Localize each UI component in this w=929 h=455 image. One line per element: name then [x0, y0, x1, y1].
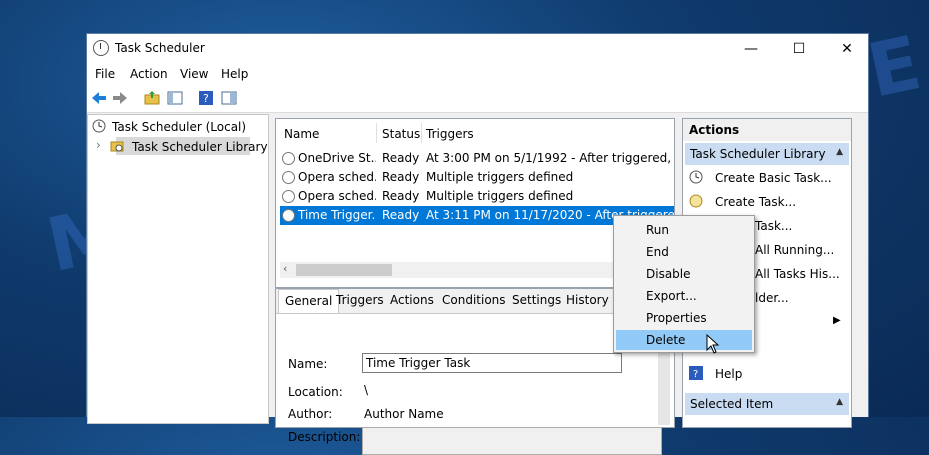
action-create-basic-task[interactable]: Create Basic Task...: [715, 171, 832, 185]
task-status: Ready: [382, 151, 420, 165]
name-label: Name:: [288, 357, 328, 371]
tab-triggers[interactable]: Triggers: [336, 293, 384, 307]
chevron-left-icon[interactable]: ‹: [283, 262, 287, 275]
horizontal-scrollbar[interactable]: ‹: [280, 262, 670, 278]
console-tree: Task Scheduler (Local) › Task Scheduler …: [87, 114, 269, 424]
maximize-button[interactable]: ☐: [776, 34, 822, 64]
folder-clock-icon: [110, 141, 124, 152]
task-triggers: At 3:00 PM on 5/1/1992 - After triggered…: [426, 151, 674, 165]
collapse-icon[interactable]: ▲: [836, 147, 843, 157]
column-separator: [376, 123, 377, 143]
back-icon[interactable]: [91, 90, 107, 106]
section-label: Task Scheduler Library: [690, 147, 826, 161]
menu-bar: File Action View Help: [87, 64, 868, 86]
wand-clock-icon: [689, 170, 703, 184]
table-row[interactable]: Opera sched... Ready Multiple triggers d…: [280, 187, 674, 206]
action-help[interactable]: Help: [715, 367, 742, 381]
tab-conditions[interactable]: Conditions: [442, 293, 506, 307]
task-name: OneDrive St...: [298, 151, 376, 165]
actions-section-selected[interactable]: Selected Item ▲: [685, 393, 849, 415]
toolbar: ?: [87, 86, 868, 113]
description-field[interactable]: [362, 427, 662, 455]
section-label: Selected Item: [690, 397, 774, 411]
close-button[interactable]: ✕: [824, 34, 870, 64]
tree-library[interactable]: Task Scheduler Library: [132, 140, 268, 154]
mouse-cursor-icon: [706, 334, 720, 354]
submenu-arrow-icon[interactable]: ▶: [833, 315, 841, 326]
column-name[interactable]: Name: [284, 127, 319, 141]
svg-text:?: ?: [203, 92, 209, 105]
author-label: Author:: [288, 407, 333, 421]
name-field[interactable]: Time Trigger Task: [362, 353, 622, 373]
svg-text:?: ?: [693, 369, 698, 380]
context-end[interactable]: End: [616, 242, 752, 262]
context-disable[interactable]: Disable: [616, 264, 752, 284]
clock-icon: [282, 152, 295, 165]
task-triggers: Multiple triggers defined: [426, 189, 574, 203]
panel-icon[interactable]: [221, 90, 237, 106]
folder-up-icon[interactable]: [144, 90, 160, 106]
menu-file[interactable]: File: [95, 67, 115, 81]
column-status[interactable]: Status: [382, 127, 420, 141]
title-bar: Task Scheduler — ☐ ✕: [87, 34, 868, 64]
actions-section-library[interactable]: Task Scheduler Library ▲: [685, 143, 849, 165]
action-import-task[interactable]: Task...: [755, 219, 792, 233]
window-title: Task Scheduler: [115, 41, 205, 55]
help-icon: ?: [689, 366, 703, 380]
location-label: Location:: [288, 385, 343, 399]
context-properties[interactable]: Properties: [616, 308, 752, 328]
tab-actions[interactable]: Actions: [390, 293, 434, 307]
clock-icon: [93, 40, 109, 56]
clock-icon: [92, 119, 106, 133]
tab-general[interactable]: General: [278, 289, 340, 313]
task-status: Ready: [382, 208, 420, 222]
context-menu: Run End Disable Export... Properties Del…: [613, 215, 755, 353]
task-name: Opera sched...: [298, 170, 376, 184]
action-enable-history[interactable]: All Tasks His...: [755, 267, 840, 281]
location-value: \: [364, 383, 369, 397]
menu-view[interactable]: View: [180, 67, 208, 81]
task-name: Opera sched...: [298, 189, 376, 203]
clock-icon: [282, 190, 295, 203]
menu-action[interactable]: Action: [130, 67, 168, 81]
context-export[interactable]: Export...: [616, 286, 752, 306]
description-label: Description:: [288, 430, 361, 444]
help-icon[interactable]: ?: [198, 90, 214, 106]
action-new-folder[interactable]: lder...: [755, 291, 789, 305]
tab-settings[interactable]: Settings: [512, 293, 561, 307]
table-row[interactable]: Opera sched... Ready Multiple triggers d…: [280, 168, 674, 187]
scrollbar-thumb[interactable]: [296, 264, 392, 276]
task-status: Ready: [382, 189, 420, 203]
vertical-scrollbar[interactable]: [658, 349, 670, 425]
task-status: Ready: [382, 170, 420, 184]
minimize-button[interactable]: —: [728, 34, 774, 64]
context-delete[interactable]: Delete: [616, 330, 752, 350]
column-separator: [421, 123, 422, 143]
actions-header: Actions: [683, 119, 851, 141]
tree-root[interactable]: Task Scheduler (Local): [112, 120, 246, 134]
create-task-icon: [689, 194, 703, 208]
chevron-right-icon[interactable]: ›: [96, 138, 101, 152]
forward-icon[interactable]: [112, 90, 128, 106]
table-row[interactable]: OneDrive St... Ready At 3:00 PM on 5/1/1…: [280, 149, 674, 168]
task-name: Time Trigger...: [298, 208, 376, 222]
clock-icon: [282, 209, 295, 222]
clock-icon: [282, 171, 295, 184]
action-display-running[interactable]: All Running...: [755, 243, 834, 257]
column-triggers[interactable]: Triggers: [426, 127, 474, 141]
menu-help[interactable]: Help: [221, 67, 248, 81]
action-create-task[interactable]: Create Task...: [715, 195, 796, 209]
author-value: Author Name: [364, 407, 444, 421]
context-run[interactable]: Run: [616, 220, 752, 240]
show-hide-icon[interactable]: [167, 90, 183, 106]
task-triggers: Multiple triggers defined: [426, 170, 574, 184]
collapse-icon[interactable]: ▲: [836, 397, 843, 407]
